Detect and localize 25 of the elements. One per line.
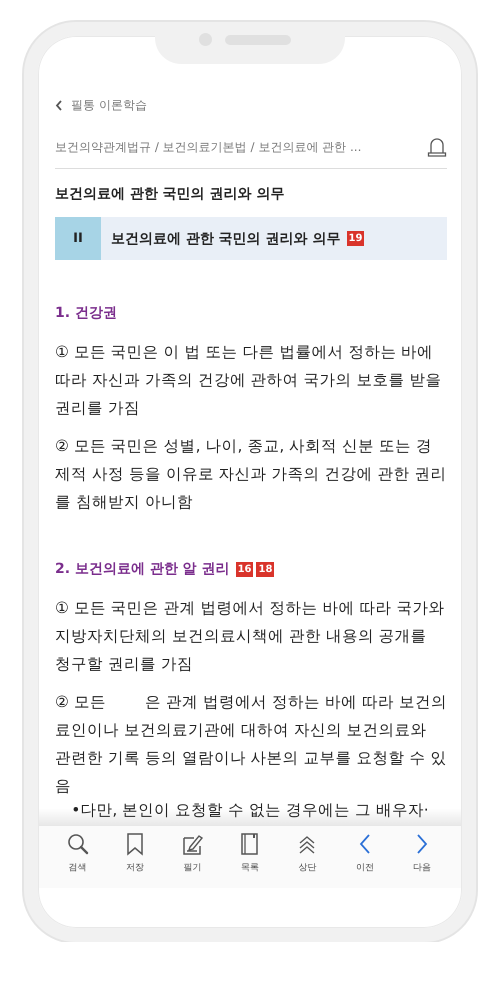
pencil-note-icon — [180, 832, 205, 856]
section-number: II — [55, 217, 101, 260]
paragraph: ② 모든 국민은 성별, 나이, 종교, 사회적 신분 또는 경제적 사정 등을 이유로 자신과 가족의 건강에 관한 권리를 침해받지 아니함 — [55, 436, 447, 513]
toolbar-button[interactable]: 필기 — [172, 832, 213, 880]
page-title: 보건의료에 관한 국민의 권리와 의무 — [55, 185, 286, 203]
paragraph: ② 모든 은 관계 법령에서 정하는 바에 따라 보건의료인이나 보건의료기관에 대하여 자신의 보건의료와 관련한 기록 등의 열람이나 사본의 교부를 요청할 수 있음 — [55, 692, 447, 796]
toolbar-button[interactable]: 다음 — [402, 832, 442, 880]
breadcrumb: 보건의약관계법규 / 보건의료기본법 / 보건의료에 관한 ... — [55, 138, 362, 156]
toolbar-button[interactable]: 검색 — [58, 832, 98, 880]
section-title: 보건의료에 관한 국민의 권리와 의무 — [111, 230, 340, 248]
back-button[interactable]: 필통 이론학습 — [55, 92, 147, 118]
back-icon — [55, 100, 63, 110]
year-badge: 19 — [346, 231, 364, 246]
section-heading: 2. 보건의료에 관한 알 권리 — [55, 560, 230, 578]
toolbar-button[interactable]: 이전 — [344, 832, 385, 880]
toolbar-button[interactable]: 저장 — [115, 832, 156, 880]
section-heading: 1. 건강권 — [55, 304, 117, 322]
paragraph: ① 모든 국민은 이 법 또는 다른 법률에서 정하는 바에 따라 자신과 가족의 건강에 관하여 국가의 보호를 받을 권리를 가짐 — [55, 342, 442, 419]
paragraph: ① 모든 국민은 관계 법령에서 정하는 바에 따라 국가와 지방자치단체의 보건의료시책에 관한 내용의 공개를 청구할 권리를 가짐 — [55, 598, 446, 675]
year-badge: 18 — [256, 562, 274, 576]
toolbar-button[interactable]: 목록 — [230, 832, 270, 880]
search-icon — [66, 832, 90, 856]
bell-icon[interactable] — [427, 136, 447, 158]
year-badge: 16 — [236, 562, 254, 576]
toolbar-button[interactable]: 상단 — [287, 832, 328, 880]
